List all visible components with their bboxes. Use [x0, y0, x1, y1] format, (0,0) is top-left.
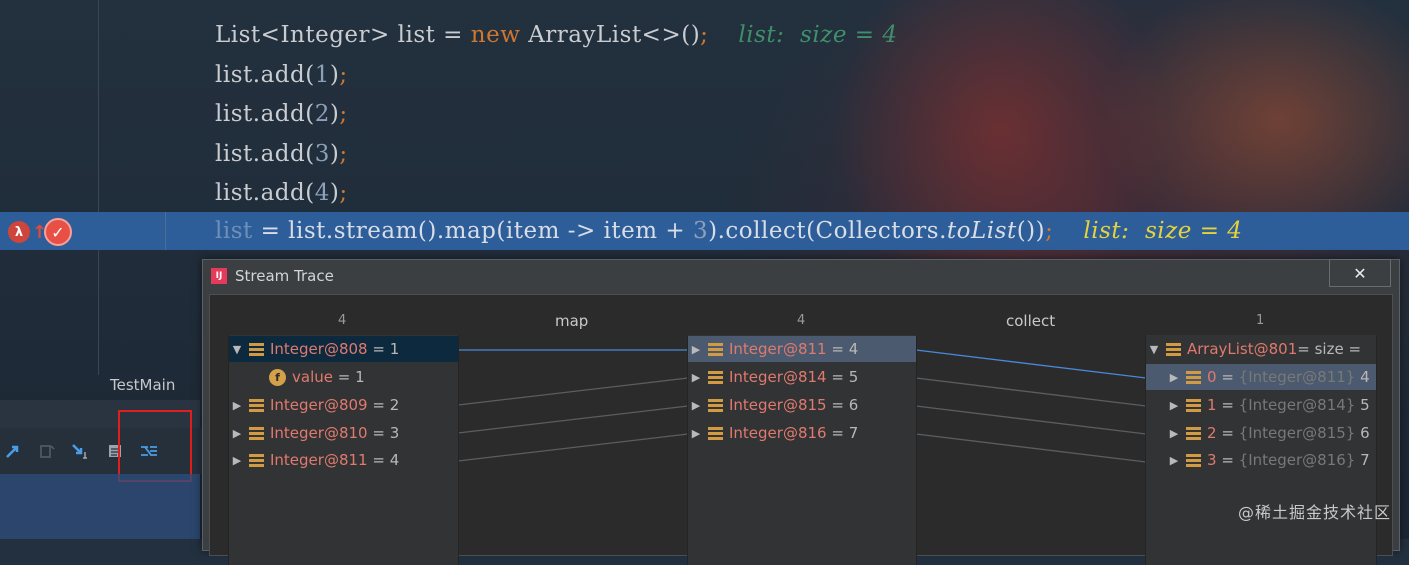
list-item[interactable]: ▶ Integer@810 = 3 [229, 420, 399, 446]
list-item[interactable]: ▶ Integer@816 = 7 [688, 420, 858, 446]
trace-link-map-3 [457, 405, 689, 434]
dialog-title-bar[interactable]: IJ Stream Trace [203, 260, 1399, 292]
trace-link-collect-1 [915, 349, 1147, 379]
object-icon [1186, 370, 1201, 384]
expand-arrow-icon[interactable]: ▶ [688, 399, 704, 412]
expand-arrow-icon[interactable]: ▶ [1166, 454, 1182, 467]
highlight-annotation-box [118, 410, 192, 482]
trace-link-collect-2 [915, 377, 1147, 407]
map-values-list: ▶ Integer@811 = 4 ▶ Integer@814 = 5 ▶ Integ… [687, 335, 917, 565]
list-item[interactable]: ▼ Integer@808 = 1 [229, 336, 458, 362]
stream-trace-dialog: IJ Stream Trace ✕ 4 map 4 collect 1 ▼ Int… [202, 259, 1400, 565]
code-line-6: list = list.stream().map(item -> item + … [215, 218, 1243, 244]
expand-arrow-icon[interactable]: ▶ [688, 427, 704, 440]
arrow-up-icon: ↑ [32, 221, 48, 243]
field-icon: f [269, 368, 286, 386]
collapse-arrow-icon[interactable]: ▼ [1146, 343, 1162, 356]
gutter-icons: λ ↑ ✓ [8, 218, 72, 246]
object-icon [249, 453, 264, 467]
debug-tab-testmain[interactable]: TestMain [110, 376, 175, 394]
current-execution-line[interactable]: list = list.stream().map(item -> item + … [0, 212, 1409, 250]
close-button[interactable]: ✕ [1329, 259, 1391, 287]
trace-link-map-2 [457, 377, 689, 406]
object-icon [249, 426, 264, 440]
trace-link-collect-4 [915, 433, 1147, 463]
code-line-4[interactable]: list.add(3); [215, 141, 348, 167]
list-item[interactable]: ▶ Integer@811 = 4 [688, 336, 916, 362]
gutter-divider [98, 0, 99, 375]
lambda-icon[interactable]: λ [8, 221, 30, 243]
trace-link-collect-3 [915, 405, 1147, 435]
trace-link-map-4 [457, 433, 689, 462]
object-icon [708, 398, 723, 412]
expand-arrow-icon[interactable]: ▶ [688, 371, 704, 384]
inline-value-hint-active: list: size = 4 [1083, 218, 1243, 244]
expand-arrow-icon[interactable]: ▶ [229, 399, 245, 412]
debug-frames-panel [0, 474, 200, 539]
gutter-divider-highlight [165, 212, 166, 250]
object-icon [708, 426, 723, 440]
object-icon [1186, 398, 1201, 412]
expand-arrow-icon[interactable]: ▶ [1166, 399, 1182, 412]
list-item[interactable]: ▶ Integer@815 = 6 [688, 392, 858, 418]
expand-arrow-icon[interactable]: ▶ [1166, 371, 1182, 384]
code-line-2[interactable]: list.add(1); [215, 62, 348, 88]
object-icon [1166, 342, 1181, 356]
dialog-title: Stream Trace [235, 267, 334, 285]
expand-arrow-icon[interactable]: ▶ [229, 427, 245, 440]
object-icon [708, 370, 723, 384]
object-icon [249, 342, 264, 356]
list-item[interactable]: ▶ 2 = {Integer@815} 6 [1146, 420, 1370, 446]
source-values-list: ▼ Integer@808 = 1 f value = 1 ▶ Integer@809… [228, 335, 459, 565]
list-item[interactable]: ▶ 1 = {Integer@814} 5 [1146, 392, 1370, 418]
list-item[interactable]: ▶ 3 = {Integer@816} 7 [1146, 447, 1370, 473]
breakpoint-icon[interactable]: ✓ [44, 218, 72, 246]
object-icon [1186, 453, 1201, 467]
code-line-3[interactable]: list.add(2); [215, 101, 348, 127]
expand-arrow-icon[interactable]: ▶ [229, 454, 245, 467]
code-line-5[interactable]: list.add(4); [215, 180, 348, 206]
object-icon [1186, 426, 1201, 440]
list-item[interactable]: ▶ 0 = {Integer@811} 4 [1146, 364, 1376, 390]
list-item[interactable]: ▶ Integer@809 = 2 [229, 392, 399, 418]
expand-arrow-icon[interactable]: ▶ [688, 343, 704, 356]
code-line-1[interactable]: List<Integer> list = new ArrayList<>(); l… [215, 22, 897, 48]
object-icon [249, 398, 264, 412]
list-item-root[interactable]: ▼ ArrayList@801 = size = [1146, 336, 1361, 362]
inline-value-hint: list: size = 4 [738, 22, 898, 48]
list-item[interactable]: ▶ Integer@811 = 4 [229, 447, 399, 473]
watermark: @稀土掘金技术社区 [1237, 503, 1391, 522]
collect-result-list: ▼ ArrayList@801 = size = ▶ 0 = {Integer@81… [1145, 335, 1377, 565]
drop-frame-icon[interactable] [36, 440, 58, 462]
object-icon [708, 342, 723, 356]
collapse-arrow-icon[interactable]: ▼ [229, 343, 245, 356]
step-out-icon[interactable] [2, 440, 24, 462]
expand-arrow-icon[interactable]: ▶ [1166, 427, 1182, 440]
list-item-field[interactable]: f value = 1 [265, 364, 365, 390]
intellij-logo-icon: IJ [211, 268, 227, 284]
trace-body: 4 map 4 collect 1 ▼ Integer@808 = 1 f valu… [209, 294, 1393, 565]
step-into-icon[interactable] [70, 440, 92, 462]
list-item[interactable]: ▶ Integer@814 = 5 [688, 364, 858, 390]
